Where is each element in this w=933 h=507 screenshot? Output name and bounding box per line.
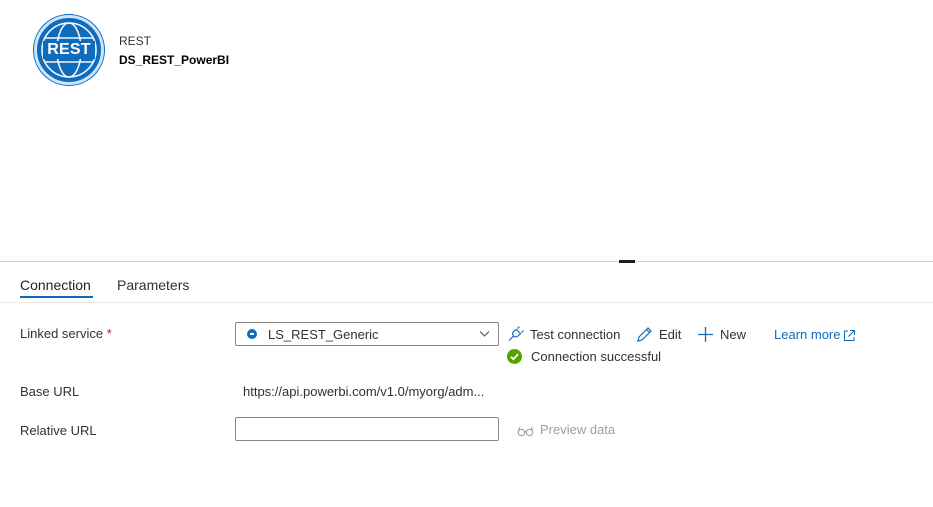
required-asterisk: *: [106, 326, 112, 341]
panel-divider: [0, 261, 933, 262]
external-link-icon: [844, 329, 856, 342]
relative-url-label: Relative URL: [20, 423, 97, 438]
rest-icon-label: REST: [47, 41, 91, 58]
edit-button[interactable]: Edit: [636, 326, 681, 343]
connection-status-text: Connection successful: [531, 349, 662, 364]
plug-icon: [508, 326, 524, 341]
base-url-label: Base URL: [20, 384, 80, 399]
linked-service-label-text: Linked service: [20, 326, 104, 341]
linked-service-icon: [247, 329, 257, 339]
pencil-icon: [637, 327, 652, 342]
tab-divider: [0, 302, 933, 303]
edit-label: Edit: [659, 327, 682, 342]
test-connection-button[interactable]: Test connection: [507, 326, 620, 343]
linked-service-dropdown[interactable]: LS_REST_Generic: [235, 322, 499, 346]
dataset-name: DS_REST_PowerBI: [119, 53, 230, 67]
preview-data-button[interactable]: Preview data: [517, 422, 615, 437]
base-url-value: https://api.powerbi.com/v1.0/myorg/adm..…: [243, 384, 485, 399]
new-label: New: [720, 327, 747, 342]
new-button[interactable]: New: [697, 326, 746, 343]
rest-globe-icon: REST: [34, 15, 104, 85]
tab-connection[interactable]: Connection: [20, 277, 91, 293]
resize-grip[interactable]: [619, 260, 635, 263]
dataset-type: REST: [119, 34, 152, 48]
glasses-icon: [517, 426, 534, 437]
test-connection-label: Test connection: [530, 327, 621, 342]
relative-url-input[interactable]: [235, 417, 499, 441]
preview-data-label: Preview data: [540, 422, 616, 437]
chevron-down-icon: [479, 331, 490, 337]
linked-service-label: Linked service *: [20, 326, 112, 341]
learn-more-link[interactable]: Learn more: [774, 327, 856, 342]
learn-more-label: Learn more: [774, 327, 841, 342]
linked-service-value: LS_REST_Generic: [268, 327, 379, 342]
tab-parameters[interactable]: Parameters: [117, 277, 189, 293]
plus-icon: [698, 327, 713, 342]
active-tab-indicator: [20, 296, 93, 298]
check-circle-icon: [507, 349, 522, 364]
connection-status: Connection successful: [507, 349, 661, 364]
